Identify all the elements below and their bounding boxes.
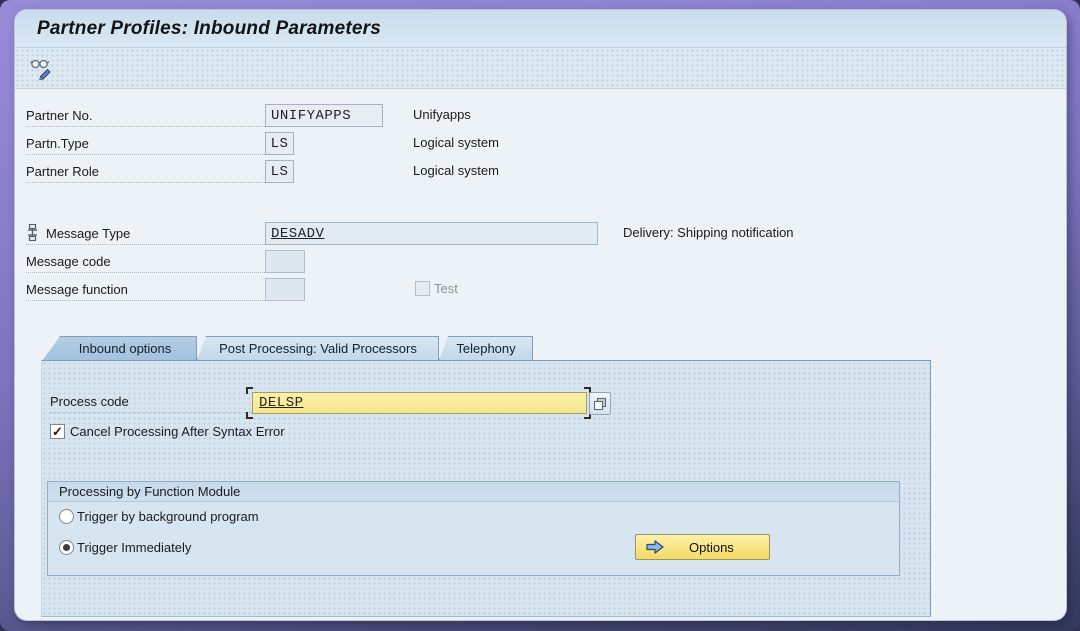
message-function-row: Message function Test	[26, 278, 1066, 301]
arrow-right-icon	[645, 539, 665, 555]
message-code-label: Message code	[26, 255, 111, 269]
tab-post-processing[interactable]: Post Processing: Valid Processors	[197, 336, 439, 360]
options-button-label: Options	[689, 540, 734, 555]
process-code-field-wrap: DELSP	[252, 392, 587, 414]
radio-background-program-label: Trigger by background program	[77, 509, 259, 524]
title-bar: Partner Profiles: Inbound Parameters	[15, 10, 1066, 48]
display-change-icon	[29, 57, 55, 80]
partner-no-field[interactable]: UNIFYAPPS	[265, 104, 383, 127]
groupbox-title: Processing by Function Module	[59, 484, 240, 499]
partner-role-label: Partner Role	[26, 165, 99, 179]
partner-type-label: Partn.Type	[26, 137, 89, 151]
partner-role-field[interactable]: LS	[265, 160, 294, 183]
radio-trigger-immediately-label: Trigger Immediately	[77, 540, 191, 555]
application-toolbar	[15, 48, 1066, 89]
message-type-field[interactable]: DESADV	[265, 222, 598, 245]
radio-trigger-immediately[interactable]	[59, 540, 74, 555]
page-title: Partner Profiles: Inbound Parameters	[37, 18, 381, 40]
possible-entries-icon	[593, 397, 607, 411]
tab-inbound-options[interactable]: Inbound options	[43, 336, 197, 360]
message-type-description: Delivery: Shipping notification	[623, 225, 794, 240]
cancel-processing-label: Cancel Processing After Syntax Error	[70, 424, 285, 439]
test-checkbox-label: Test	[434, 281, 458, 296]
tabstrip-block: Inbound options Post Processing: Valid P…	[41, 336, 1066, 617]
partner-no-label: Partner No.	[26, 109, 92, 123]
options-button[interactable]: Options	[635, 534, 770, 560]
partner-type-field[interactable]: LS	[265, 132, 294, 155]
radio-trigger-immediately-row: Trigger Immediately	[59, 540, 191, 555]
message-function-field[interactable]	[265, 278, 305, 301]
partner-no-description: Unifyapps	[413, 107, 471, 122]
message-function-label: Message function	[26, 283, 128, 297]
sap-window: Partner Profiles: Inbound Parameters	[15, 10, 1066, 620]
process-code-label: Process code	[50, 394, 252, 413]
inbound-options-panel: Process code DELSP	[41, 360, 931, 617]
tabstrip: Inbound options Post Processing: Valid P…	[41, 336, 1066, 360]
test-checkbox-group: Test	[415, 281, 458, 296]
tab-telephony[interactable]: Telephony	[439, 336, 533, 360]
partner-type-description: Logical system	[413, 135, 499, 150]
focus-bracket	[246, 412, 253, 419]
desktop-background: Partner Profiles: Inbound Parameters	[0, 0, 1080, 631]
message-code-row: Message code	[26, 250, 1066, 273]
message-type-row: Message Type DESADV Delivery: Shipping n…	[26, 222, 1066, 245]
function-module-groupbox: Processing by Function Module Trigger by…	[47, 481, 900, 576]
focus-bracket	[246, 387, 253, 394]
process-code-field[interactable]: DELSP	[252, 392, 587, 414]
radio-background-program[interactable]	[59, 509, 74, 524]
partner-role-description: Logical system	[413, 163, 499, 178]
display-change-button[interactable]	[27, 54, 57, 82]
message-code-field[interactable]	[265, 250, 305, 273]
test-checkbox	[415, 281, 430, 296]
cancel-processing-row: Cancel Processing After Syntax Error	[50, 424, 285, 439]
message-type-icon	[26, 224, 39, 241]
partner-role-row: Partner Role LS Logical system	[26, 160, 1066, 183]
radio-background-program-row: Trigger by background program	[59, 509, 259, 524]
cancel-processing-checkbox[interactable]	[50, 424, 65, 439]
possible-entries-button[interactable]	[589, 392, 611, 415]
screen-body: Partner No. UNIFYAPPS Unifyapps Partn.Ty…	[15, 89, 1066, 617]
partner-no-row: Partner No. UNIFYAPPS Unifyapps	[26, 104, 1066, 127]
partner-type-row: Partn.Type LS Logical system	[26, 132, 1066, 155]
message-type-label: Message Type	[46, 227, 130, 241]
groupbox-header: Processing by Function Module	[48, 482, 899, 502]
